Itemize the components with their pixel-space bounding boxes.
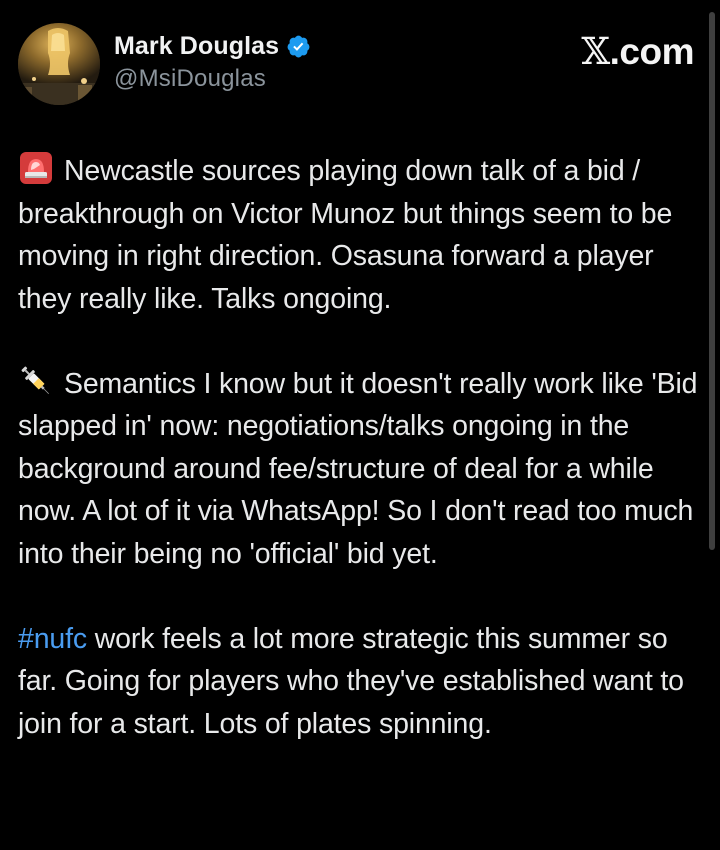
x-logo: 𝕏.com	[581, 30, 694, 73]
x-icon: 𝕏	[581, 30, 610, 73]
author-identity: Mark Douglas @MsiDouglas	[114, 30, 311, 93]
author-handle[interactable]: @MsiDouglas	[114, 65, 311, 93]
hashtag-link[interactable]: #nufc	[18, 623, 87, 655]
tweet-paragraph-1-text: Newcastle sources playing down talk of a…	[18, 155, 673, 315]
verified-badge-icon	[286, 34, 311, 59]
tweet-body: Newcastle sources playing down talk of a…	[18, 150, 702, 745]
tweet-paragraph-3-text: work feels a lot more strategic this sum…	[18, 622, 684, 740]
syringe-icon	[18, 363, 54, 399]
site-domain-label: .com	[609, 31, 695, 72]
tweet-paragraph-2: Semantics I know but it doesn't really w…	[18, 363, 702, 576]
tweet-paragraph-2-text: Semantics I know but it doesn't really w…	[18, 367, 698, 570]
tweet-paragraph-1: Newcastle sources playing down talk of a…	[18, 150, 702, 320]
name-row: Mark Douglas	[114, 30, 311, 62]
police-light-icon	[18, 150, 54, 186]
tweet-paragraph-3: #nufc work feels a lot more strategic th…	[18, 618, 702, 746]
tweet-header: Mark Douglas @MsiDouglas 𝕏.com	[18, 20, 698, 106]
scrollbar[interactable]	[709, 12, 715, 550]
author-display-name[interactable]: Mark Douglas	[114, 32, 279, 61]
avatar[interactable]	[18, 23, 100, 105]
